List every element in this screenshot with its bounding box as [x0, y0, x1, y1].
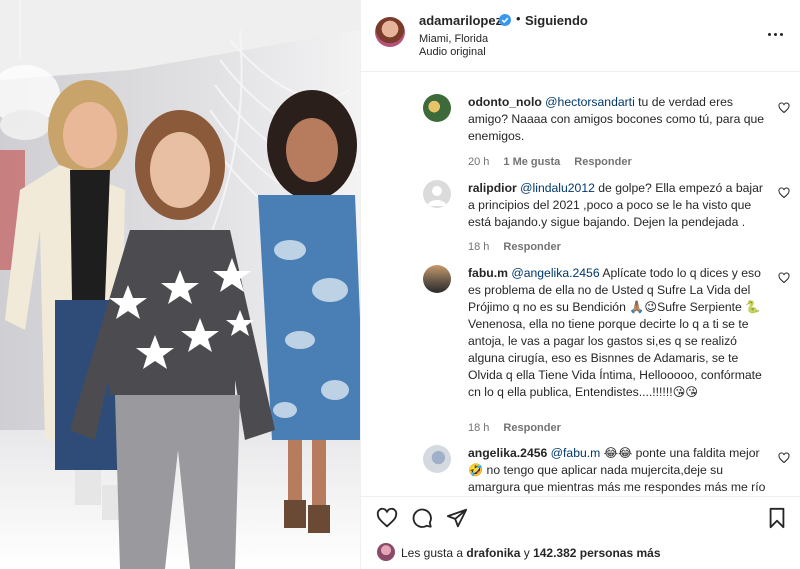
liker-avatar[interactable]: [377, 543, 395, 561]
comment-text: angelika.2456 @fabu.m 😂😂 ponte una faldi…: [468, 445, 768, 496]
comment-text: odonto_nolo @hectorsandarti tu de verdad…: [468, 94, 768, 145]
comment-mention[interactable]: @fabu.m: [551, 446, 601, 460]
liker-username[interactable]: drafonika: [466, 546, 520, 560]
post-location[interactable]: Miami, Florida: [419, 33, 488, 45]
more-options-icon[interactable]: [763, 24, 787, 44]
share-icon[interactable]: [446, 507, 468, 529]
heart-icon[interactable]: [376, 507, 398, 529]
default-avatar-icon: [427, 186, 447, 206]
post-media[interactable]: [0, 0, 360, 569]
comment-like-count[interactable]: 1 Me gusta: [503, 156, 560, 168]
post-photo: [0, 0, 360, 569]
likes-text: Les gusta a drafonika y 142.382 personas…: [401, 546, 661, 560]
likes-middle: y: [520, 546, 534, 560]
heart-icon[interactable]: [778, 187, 790, 199]
heart-icon[interactable]: [778, 452, 790, 464]
heart-icon[interactable]: [778, 102, 790, 114]
comment-body: Aplícate todo lo q dices y eso es proble…: [468, 266, 762, 399]
heart-icon[interactable]: [778, 272, 790, 284]
comment-reply-button[interactable]: Responder: [574, 156, 631, 168]
comment-mention[interactable]: @angelika.2456: [511, 266, 599, 280]
comments-list[interactable]: odonto_nolo @hectorsandarti tu de verdad…: [361, 72, 800, 496]
comment-meta: 20 h 1 Me gusta Responder: [468, 156, 632, 168]
verified-badge-icon: [499, 14, 511, 26]
comment-text: ralipdior @lindalu2012 de golpe? Ella em…: [468, 180, 768, 231]
author-avatar[interactable]: [375, 17, 405, 47]
comment-time[interactable]: 18 h: [468, 422, 489, 434]
author-username[interactable]: adamarilopez: [419, 13, 502, 28]
post-panel: adamarilopez • Siguiendo Miami, Florida …: [360, 0, 800, 569]
commenter-avatar[interactable]: [423, 265, 451, 293]
comment-meta: 18 h Responder: [468, 241, 561, 253]
commenter-avatar[interactable]: [423, 445, 451, 473]
comment-meta: 18 h Responder: [468, 422, 561, 434]
comment-time[interactable]: 20 h: [468, 156, 489, 168]
comment-username[interactable]: odonto_nolo: [468, 95, 542, 109]
commenter-avatar[interactable]: [423, 94, 451, 122]
comment-reply-button[interactable]: Responder: [503, 422, 560, 434]
separator-dot: •: [516, 11, 521, 26]
follow-status-button[interactable]: Siguiendo: [525, 13, 588, 28]
comment-reply-button[interactable]: Responder: [503, 241, 560, 253]
likes-count[interactable]: 142.382 personas más: [533, 546, 660, 560]
likes-summary: Les gusta a drafonika y 142.382 personas…: [361, 538, 800, 569]
comment-username[interactable]: ralipdior: [468, 181, 517, 195]
bookmark-icon[interactable]: [766, 507, 788, 529]
comment-username[interactable]: fabu.m: [468, 266, 508, 280]
comment-time[interactable]: 18 h: [468, 241, 489, 253]
post-actions: [361, 496, 800, 538]
comment-mention[interactable]: @hectorsandarti: [545, 95, 635, 109]
post-audio[interactable]: Audio original: [419, 46, 486, 58]
likes-prefix: Les gusta a: [401, 546, 467, 560]
comment-username[interactable]: angelika.2456: [468, 446, 547, 460]
comment-text: fabu.m @angelika.2456 Aplícate todo lo q…: [468, 265, 768, 401]
commenter-avatar[interactable]: [423, 180, 451, 208]
comment-mention[interactable]: @lindalu2012: [520, 181, 595, 195]
comment-icon[interactable]: [411, 507, 433, 529]
post-header: adamarilopez • Siguiendo Miami, Florida …: [361, 0, 800, 72]
